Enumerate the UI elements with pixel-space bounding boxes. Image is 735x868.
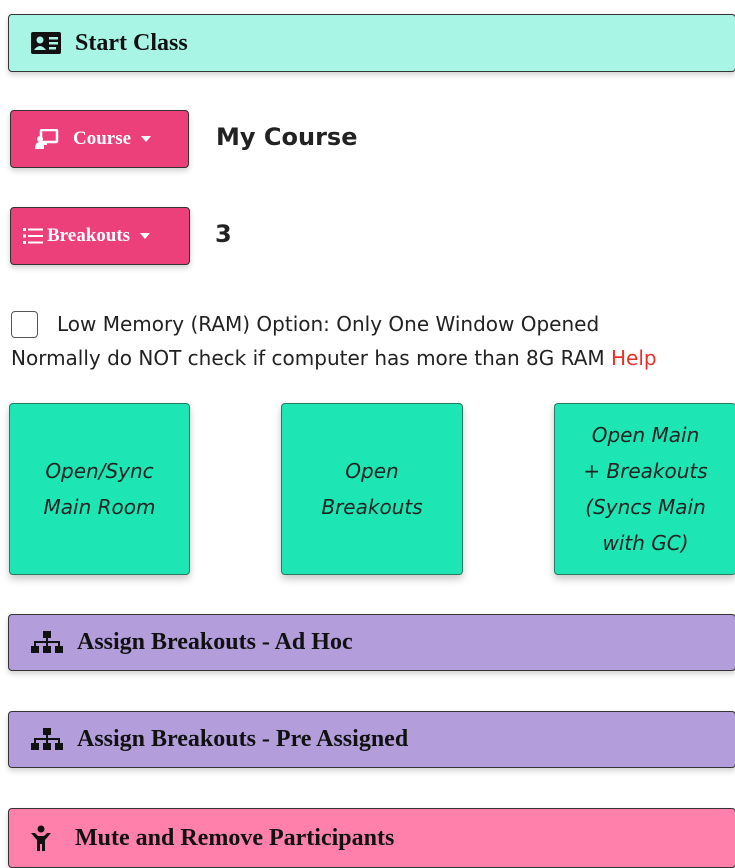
room-main-line-1: Open/Sync (45, 459, 154, 483)
sitemap-icon (31, 727, 63, 752)
mute-remove-participants-bar[interactable]: Mute and Remove Participants (8, 808, 735, 868)
open-breakouts-button[interactable]: Open Breakouts (281, 403, 463, 575)
assign-breakouts-pre-assigned-bar[interactable]: Assign Breakouts - Pre Assigned (8, 711, 735, 768)
room-both-line-3: (Syncs Main (585, 495, 706, 519)
chevron-down-icon (140, 233, 151, 239)
course-button-label: Course (73, 128, 132, 149)
person-icon (31, 825, 51, 851)
breakouts-count: 3 (215, 220, 232, 248)
list-icon (23, 227, 43, 245)
breakouts-dropdown-button[interactable]: Breakouts (10, 207, 190, 265)
course-dropdown-button[interactable]: Course (10, 110, 189, 168)
open-main-and-breakouts-button[interactable]: Open Main + Breakouts (Syncs Main with G… (554, 403, 735, 575)
room-breakouts-line-1: Open (345, 459, 399, 483)
room-both-line-1: Open Main (591, 423, 700, 447)
assign-breakouts-adhoc-bar[interactable]: Assign Breakouts - Ad Hoc (8, 614, 735, 671)
assign-breakouts-pre-assigned-label: Assign Breakouts - Pre Assigned (77, 726, 409, 752)
chevron-down-icon (141, 136, 152, 142)
assign-breakouts-adhoc-label: Assign Breakouts - Ad Hoc (77, 629, 353, 655)
room-breakouts-line-2: Breakouts (321, 495, 423, 519)
chalkboard-icon (35, 129, 59, 149)
mute-remove-participants-label: Mute and Remove Participants (75, 824, 395, 851)
low-memory-label: Low Memory (RAM) Option: Only One Window… (57, 312, 600, 336)
room-both-line-2: + Breakouts (583, 459, 708, 483)
low-memory-note: Normally do NOT check if computer has mo… (11, 346, 657, 370)
help-link[interactable]: Help (611, 346, 657, 370)
room-main-line-2: Main Room (43, 495, 156, 519)
start-class-label: Start Class (75, 29, 188, 56)
id-card-icon (31, 32, 61, 54)
low-memory-checkbox[interactable] (11, 311, 38, 338)
room-both-line-4: with GC) (602, 531, 689, 555)
open-sync-main-room-button[interactable]: Open/Sync Main Room (9, 403, 190, 575)
breakouts-button-label: Breakouts (47, 225, 131, 246)
sitemap-icon (31, 630, 63, 655)
selected-course: My Course (216, 123, 358, 151)
start-class-bar[interactable]: Start Class (8, 14, 735, 72)
low-memory-note-text: Normally do NOT check if computer has mo… (11, 346, 605, 370)
